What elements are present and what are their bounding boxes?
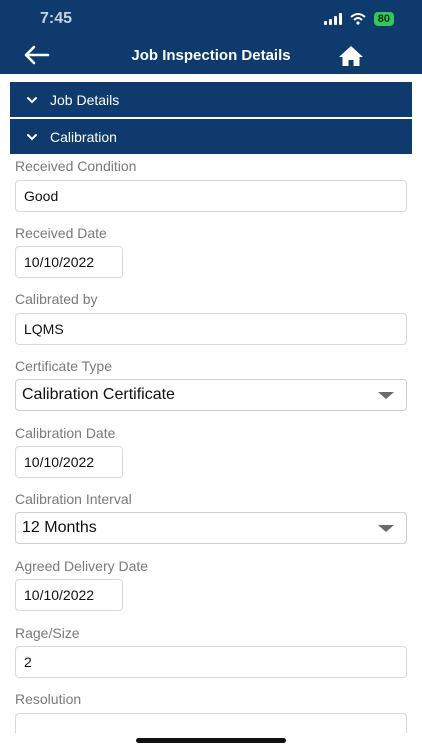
battery-icon: 80 xyxy=(373,12,394,26)
section-label: Calibration xyxy=(50,128,117,145)
top-bar: 7:45 80 Job Inspection Details xyxy=(0,0,422,74)
calibrated-by-label: Calibrated by xyxy=(15,291,98,307)
rage-size-field[interactable]: 2 xyxy=(15,646,407,678)
section-job-details[interactable]: Job Details xyxy=(10,82,412,117)
received-date-label: Received Date xyxy=(15,225,107,241)
calibration-date-label: Calibration Date xyxy=(15,425,116,441)
section-label: Job Details xyxy=(50,91,120,108)
status-time: 7:45 xyxy=(40,10,73,27)
section-calibration[interactable]: Calibration xyxy=(10,119,412,154)
certificate-type-select[interactable]: Calibration Certificate xyxy=(15,379,407,411)
calibration-interval-select[interactable]: 12 Months xyxy=(15,512,407,544)
agreed-delivery-date-field[interactable]: 10/10/2022 xyxy=(15,579,123,611)
home-icon[interactable] xyxy=(338,44,364,68)
chevron-down-icon xyxy=(27,133,37,140)
calibration-interval-value: 12 Months xyxy=(22,519,97,536)
chevron-down-icon xyxy=(27,96,37,103)
resolution-label: Resolution xyxy=(15,691,82,707)
received-condition-field[interactable]: Good xyxy=(15,180,407,212)
calibrated-by-field[interactable]: LQMS xyxy=(15,313,407,345)
home-indicator[interactable] xyxy=(136,738,286,743)
certificate-type-label: Certificate Type xyxy=(15,358,113,374)
calibration-interval-label: Calibration Interval xyxy=(15,491,132,507)
certificate-type-value: Calibration Certificate xyxy=(22,386,175,403)
received-date-field[interactable]: 10/10/2022 xyxy=(15,246,123,278)
wifi-icon xyxy=(350,13,366,25)
received-condition-label: Received Condition xyxy=(15,158,137,174)
status-icons: 80 xyxy=(323,12,394,26)
rage-size-label: Rage/Size xyxy=(15,625,80,641)
agreed-delivery-date-label: Agreed Delivery Date xyxy=(15,558,149,574)
dropdown-caret-icon xyxy=(378,392,394,399)
calibration-date-field[interactable]: 10/10/2022 xyxy=(15,446,123,478)
resolution-field[interactable] xyxy=(15,713,407,733)
signal-icon xyxy=(323,13,342,25)
dropdown-caret-icon xyxy=(378,525,394,532)
